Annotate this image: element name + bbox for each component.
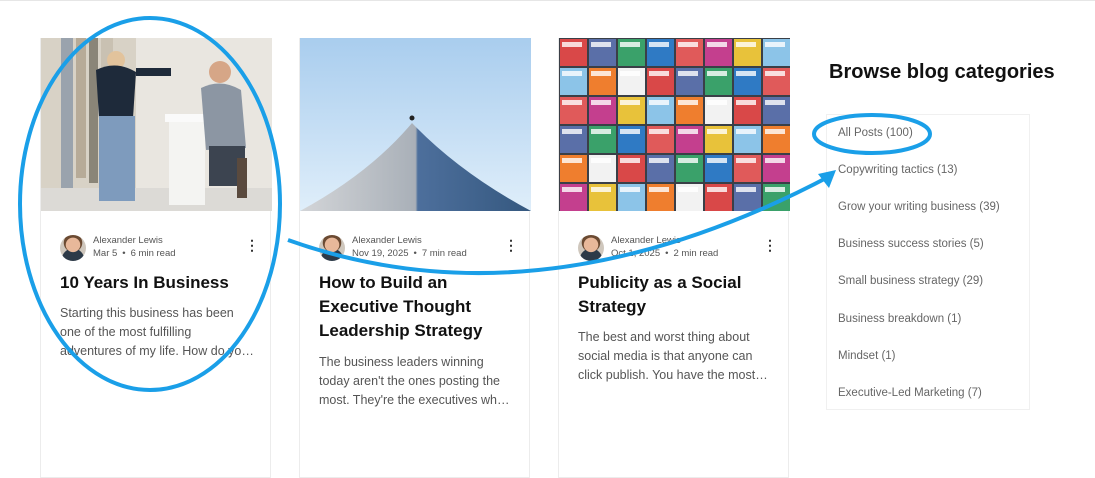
blog-post-card[interactable]: Alexander Lewis Nov 19, 2025 • 7 min read …	[299, 38, 531, 478]
post-excerpt[interactable]: Starting this business has been one of t…	[60, 304, 255, 361]
category-business-breakdown[interactable]: Business breakdown (1)	[838, 313, 961, 325]
post-date: Oct 1, 2025	[611, 248, 661, 259]
author-avatar[interactable]	[319, 235, 345, 261]
post-excerpt[interactable]: The best and worst thing about social me…	[578, 328, 773, 385]
categories-heading: Browse blog categories	[829, 61, 1055, 83]
more-options-icon[interactable]: ⋮	[763, 237, 777, 253]
post-date-line: Nov 19, 2025 • 7 min read	[352, 248, 467, 259]
post-date-line: Oct 1, 2025 • 2 min read	[611, 248, 718, 259]
category-grow-writing-business[interactable]: Grow your writing business (39)	[838, 201, 1000, 213]
post-excerpt[interactable]: The business leaders winning today aren'…	[319, 353, 514, 410]
category-executive-led-marketing[interactable]: Executive-Led Marketing (7)	[838, 387, 982, 399]
read-time: 2 min read	[673, 248, 719, 259]
post-cover-image[interactable]	[559, 38, 790, 211]
category-copywriting-tactics[interactable]: Copywriting tactics (13)	[838, 164, 958, 176]
separator-dot: •	[413, 248, 417, 259]
author-name[interactable]: Alexander Lewis	[352, 235, 422, 246]
blog-post-card[interactable]: Alexander Lewis Oct 1, 2025 • 2 min read ⋮…	[558, 38, 790, 478]
post-date: Nov 19, 2025	[352, 248, 409, 259]
author-name[interactable]: Alexander Lewis	[611, 235, 681, 246]
category-all-posts[interactable]: All Posts (100)	[838, 127, 913, 139]
author-avatar[interactable]	[578, 235, 604, 261]
category-business-success-stories[interactable]: Business success stories (5)	[838, 238, 984, 250]
post-title[interactable]: 10 Years In Business	[60, 271, 258, 295]
separator-dot: •	[122, 248, 126, 259]
post-cover-image[interactable]	[300, 38, 531, 211]
post-title[interactable]: Publicity as a Social Strategy	[578, 271, 776, 319]
top-divider	[0, 0, 1095, 1]
read-time: 7 min read	[421, 248, 467, 259]
author-avatar[interactable]	[60, 235, 86, 261]
categories-panel	[826, 114, 1030, 410]
post-cover-image[interactable]	[41, 38, 272, 211]
category-small-business-strategy[interactable]: Small business strategy (29)	[838, 275, 983, 287]
category-mindset[interactable]: Mindset (1)	[838, 350, 896, 362]
read-time: 6 min read	[130, 248, 176, 259]
post-date: Mar 5	[93, 248, 118, 259]
separator-dot: •	[665, 248, 669, 259]
blog-post-card[interactable]: Alexander Lewis Mar 5 • 6 min read ⋮ 10 Ye…	[40, 38, 272, 478]
more-options-icon[interactable]: ⋮	[504, 237, 518, 253]
more-options-icon[interactable]: ⋮	[245, 237, 259, 253]
post-date-line: Mar 5 • 6 min read	[93, 248, 176, 259]
author-name[interactable]: Alexander Lewis	[93, 235, 163, 246]
post-title[interactable]: How to Build an Executive Thought Leader…	[319, 271, 517, 343]
